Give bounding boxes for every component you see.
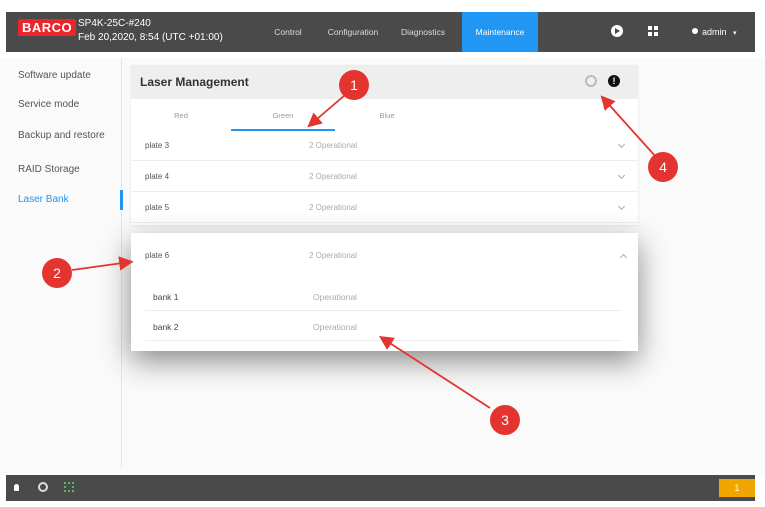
- bank-status: Operational: [313, 322, 357, 332]
- panel-header: Laser Management !: [131, 65, 638, 99]
- dashboard-grid-icon[interactable]: [648, 25, 662, 39]
- user-name: admin: [702, 27, 727, 37]
- plate-status: 2 Operational: [309, 251, 358, 260]
- top-bar: BARCO SP4K-25C-#240 Feb 20,2020, 8:54 (U…: [0, 0, 765, 58]
- tab-green[interactable]: Green: [231, 101, 335, 131]
- bank-name: bank 1: [153, 292, 179, 302]
- chevron-down-icon: ▾: [733, 30, 737, 37]
- notification-badge[interactable]: 1: [719, 479, 755, 497]
- panel-title: Laser Management: [140, 75, 249, 89]
- laser-management-panel: Laser Management ! Red Green Blue plate …: [131, 65, 638, 225]
- plate-name: plate 3: [145, 141, 170, 150]
- plate-name: plate 4: [145, 172, 170, 181]
- expanded-plate-card: plate 6 2 Operational bank 1 Operational…: [131, 233, 638, 351]
- disc-icon[interactable]: [38, 482, 48, 492]
- refresh-icon[interactable]: [585, 75, 597, 87]
- header: BARCO SP4K-25C-#240 Feb 20,2020, 8:54 (U…: [6, 12, 755, 52]
- nav-maintenance[interactable]: Maintenance: [462, 12, 538, 52]
- plate-row[interactable]: plate 4 2 Operational: [131, 164, 638, 192]
- callout-3: 3: [490, 405, 520, 435]
- plate-status: 2 Operational: [309, 203, 358, 212]
- tab-red[interactable]: Red: [131, 101, 231, 131]
- sidebar-item-backup-restore[interactable]: Backup and restore: [6, 122, 122, 150]
- tab-blue[interactable]: Blue: [335, 101, 439, 131]
- plate-row[interactable]: plate 5 2 Operational: [131, 195, 638, 223]
- barco-logo: BARCO: [18, 19, 77, 36]
- nav-control[interactable]: Control: [262, 12, 314, 52]
- callout-1: 1: [339, 70, 369, 100]
- bank-row: bank 1 Operational: [145, 283, 622, 311]
- sidebar-item-service-mode[interactable]: Service mode: [6, 91, 122, 119]
- callout-2: 2: [42, 258, 72, 288]
- lamp-icon[interactable]: [14, 484, 19, 491]
- bank-row: bank 2 Operational: [145, 313, 622, 341]
- nav-configuration[interactable]: Configuration: [318, 12, 388, 52]
- device-date: Feb 20,2020, 8:54 (UTC +01:00): [78, 32, 223, 43]
- color-tabs: Red Green Blue: [131, 101, 638, 131]
- chevron-up-icon[interactable]: [619, 253, 628, 262]
- user-icon: [692, 27, 698, 34]
- chevron-down-icon[interactable]: [617, 171, 626, 180]
- play-icon[interactable]: [611, 25, 625, 39]
- sidebar-item-raid-storage[interactable]: RAID Storage: [6, 156, 122, 184]
- plate-status: 2 Operational: [309, 141, 358, 150]
- chevron-down-icon[interactable]: [617, 140, 626, 149]
- network-icon[interactable]: [64, 482, 74, 492]
- user-menu[interactable]: admin ▾: [692, 12, 737, 52]
- plate-name: plate 5: [145, 203, 170, 212]
- sidebar-item-laser-bank[interactable]: Laser Bank: [6, 186, 123, 214]
- nav-diagnostics[interactable]: Diagnostics: [392, 12, 454, 52]
- callout-4: 4: [648, 152, 678, 182]
- bank-status: Operational: [313, 292, 357, 302]
- app-window: BARCO SP4K-25C-#240 Feb 20,2020, 8:54 (U…: [0, 0, 765, 507]
- plate-status: 2 Operational: [309, 172, 358, 181]
- bank-name: bank 2: [153, 322, 179, 332]
- plate-name: plate 6: [145, 251, 170, 260]
- info-icon[interactable]: !: [608, 75, 620, 87]
- status-bar: 1: [0, 475, 765, 507]
- chevron-down-icon[interactable]: [617, 202, 626, 211]
- plate-row[interactable]: plate 3 2 Operational: [131, 133, 638, 161]
- active-tab-indicator: [231, 129, 335, 131]
- device-name: SP4K-25C-#240: [78, 18, 151, 29]
- status-bar-inner: 1: [6, 475, 755, 501]
- sidebar-item-software-update[interactable]: Software update: [6, 62, 122, 90]
- plate-row-expanded[interactable]: plate 6 2 Operational: [131, 241, 638, 271]
